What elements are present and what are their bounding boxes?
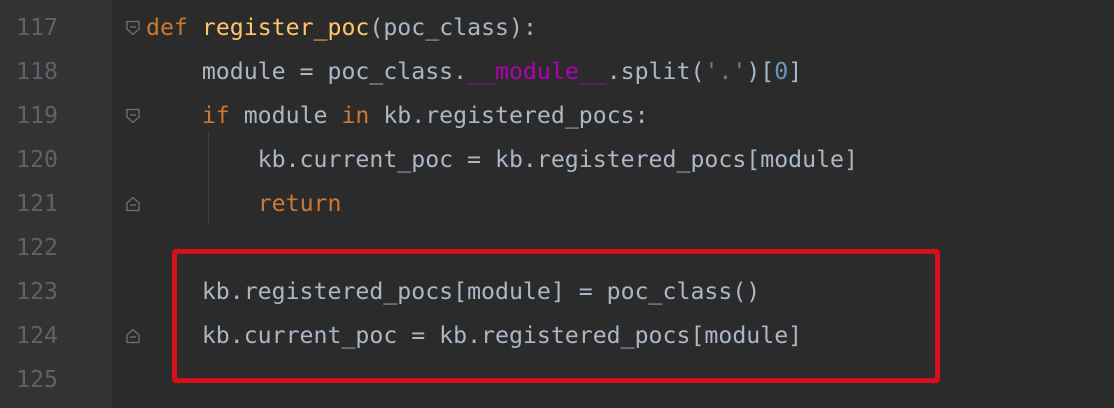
code-text[interactable]: return	[146, 182, 342, 226]
code-token: .split(	[606, 58, 705, 85]
code-line[interactable]: 117 def register_poc(poc_class):	[0, 6, 1114, 50]
code-token: kb.current_poc = kb.registered_pocs[modu…	[146, 146, 858, 173]
code-token: )[	[746, 58, 775, 85]
code-token: kb.registered_pocs:	[369, 102, 649, 129]
code-line[interactable]: 118 module = poc_class.__module__.split(…	[0, 50, 1114, 94]
line-number: 123	[16, 278, 58, 305]
code-text[interactable]: kb.current_poc = kb.registered_pocs[modu…	[146, 138, 858, 182]
code-token: (poc_class):	[369, 14, 537, 41]
code-token: ]	[788, 58, 803, 85]
code-token: '.'	[704, 58, 747, 85]
line-number: 117	[16, 14, 58, 41]
code-line[interactable]: 121 return	[0, 182, 1114, 226]
code-editor[interactable]: 117 def register_poc(poc_class): 118 modul…	[0, 0, 1114, 408]
code-token: 0	[774, 58, 789, 85]
line-number: 119	[16, 102, 58, 129]
code-text[interactable]: def register_poc(poc_class):	[146, 6, 537, 50]
line-number: 120	[16, 146, 58, 173]
code-text[interactable]: if module in kb.registered_pocs:	[146, 94, 649, 138]
code-token: in	[341, 102, 370, 129]
fold-open-icon[interactable]	[124, 19, 142, 37]
fold-close-icon[interactable]	[124, 327, 142, 345]
code-text[interactable]: module = poc_class.__module__.split('.')…	[146, 50, 802, 94]
code-line[interactable]: 120 kb.current_poc = kb.registered_pocs[…	[0, 138, 1114, 182]
line-number: 125	[16, 366, 58, 393]
fold-close-icon[interactable]	[124, 195, 142, 213]
code-token: module	[229, 102, 342, 129]
line-number: 124	[16, 322, 58, 349]
fold-open-icon[interactable]	[124, 107, 142, 125]
code-token: def	[146, 14, 188, 41]
line-number: 122	[16, 234, 58, 261]
code-line[interactable]: 119 if module in kb.registered_pocs:	[0, 94, 1114, 138]
line-number: 121	[16, 190, 58, 217]
line-number: 118	[16, 58, 58, 85]
code-token: module = poc_class.	[146, 58, 468, 85]
code-token: register_poc	[201, 14, 370, 41]
code-token: if	[201, 102, 230, 129]
highlight-box	[172, 249, 940, 383]
code-token: return	[257, 190, 342, 217]
code-token: __module__	[467, 58, 607, 85]
